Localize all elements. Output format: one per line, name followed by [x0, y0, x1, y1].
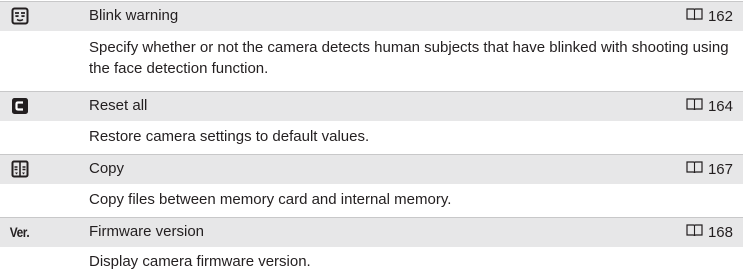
firmware-version-icon-label: Ver.	[9, 224, 30, 240]
reset-all-icon	[11, 97, 29, 115]
page-reference: 167	[686, 160, 733, 179]
menu-item-firmware-version: Ver. Firmware version 168	[0, 217, 743, 247]
menu-item-title: Blink warning	[89, 7, 179, 24]
firmware-version-icon: Ver.	[8, 223, 38, 241]
menu-item-description: Restore camera settings to default value…	[89, 128, 370, 145]
page-reference: 168	[686, 223, 733, 242]
menu-item-title: Firmware version	[89, 223, 205, 240]
menu-item-description: Display camera firmware version.	[89, 253, 311, 270]
menu-item-title: Copy	[89, 160, 125, 177]
copy-icon	[11, 160, 29, 178]
book-icon	[686, 97, 703, 116]
page-number: 162	[707, 7, 733, 25]
menu-item-title: Reset all	[89, 97, 148, 114]
page-reference: 164	[686, 97, 733, 116]
page-number: 164	[707, 97, 733, 115]
page-number: 167	[707, 160, 733, 178]
page-reference: 162	[686, 7, 733, 26]
menu-item-description: Copy files between memory card and inter…	[89, 191, 452, 208]
blink-warning-icon	[11, 7, 29, 25]
menu-item-blink-warning: Blink warning 162	[0, 1, 743, 31]
page-number: 168	[707, 223, 733, 241]
menu-item-copy: Copy 167	[0, 154, 743, 184]
book-icon	[686, 7, 703, 26]
menu-item-reset-all: Reset all 164	[0, 91, 743, 121]
menu-item-description: Specify whether or not the camera detect…	[89, 39, 729, 77]
book-icon	[686, 160, 703, 179]
book-icon	[686, 223, 703, 242]
